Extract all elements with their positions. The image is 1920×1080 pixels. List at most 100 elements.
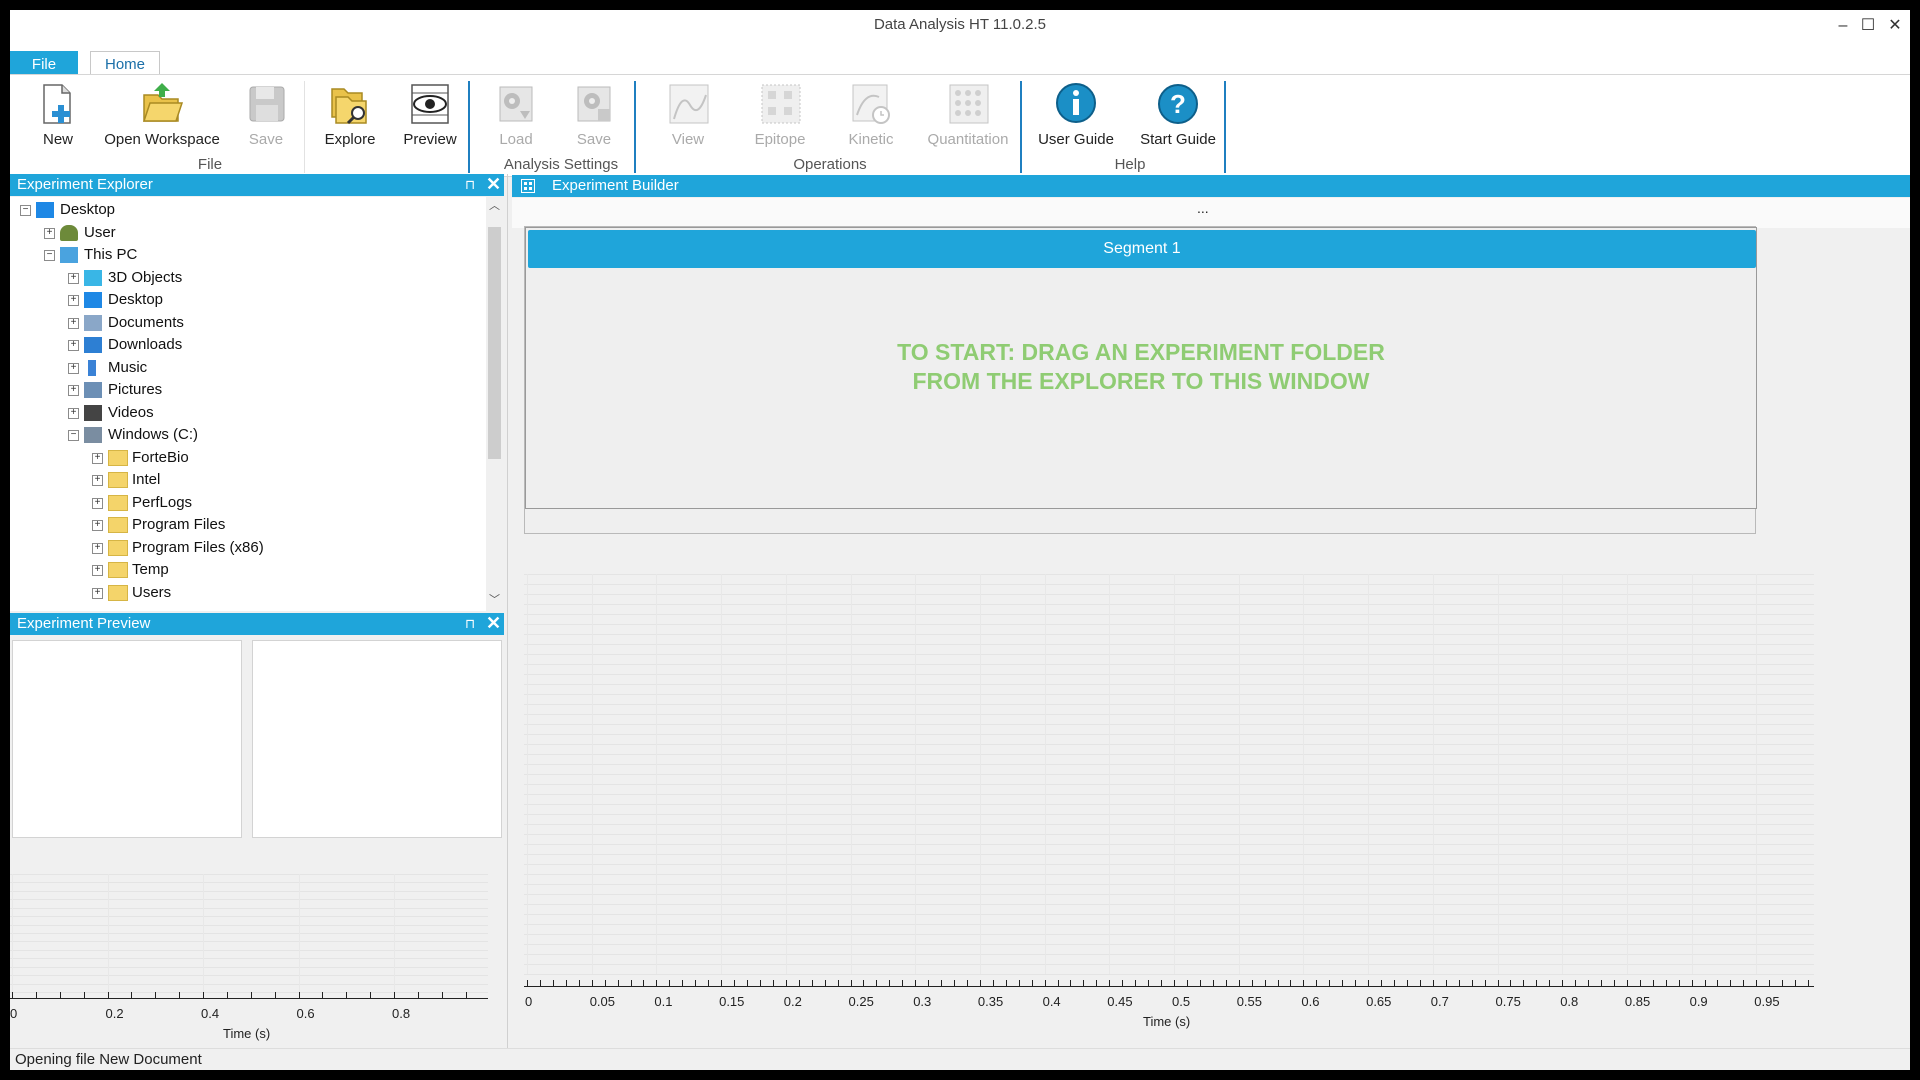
- segment-drop-zone[interactable]: Segment 1 TO START: DRAG AN EXPERIMENT F…: [525, 227, 1757, 509]
- x-axis-tick: [1808, 980, 1810, 987]
- preview-button[interactable]: Preview: [400, 81, 460, 148]
- tree-item[interactable]: +3D Objects: [10, 267, 486, 289]
- tree-item[interactable]: + PerfLogs: [10, 492, 486, 514]
- tree-item[interactable]: − Desktop: [10, 199, 486, 221]
- close-explorer-icon[interactable]: ✕: [486, 173, 501, 195]
- tree-item[interactable]: + Music: [10, 357, 486, 379]
- tree-item[interactable]: + Downloads: [10, 334, 486, 356]
- collapse-icon[interactable]: −: [44, 250, 55, 261]
- expand-icon[interactable]: +: [92, 542, 103, 554]
- maximize-button[interactable]: ☐: [1855, 14, 1881, 38]
- x-axis-tick: [1575, 980, 1577, 987]
- x-axis-tick: [1083, 980, 1085, 987]
- floppy-disk-icon: [249, 86, 285, 122]
- epitope-button[interactable]: Epitope: [744, 81, 816, 148]
- scroll-up-icon[interactable]: ︿: [488, 199, 501, 213]
- expand-icon[interactable]: +: [68, 385, 79, 396]
- close-button[interactable]: ✕: [1882, 14, 1908, 38]
- x-axis-tick: [1588, 980, 1590, 987]
- expand-icon[interactable]: +: [68, 272, 79, 284]
- user-guide-button[interactable]: User Guide: [1034, 81, 1118, 148]
- tree-item[interactable]: + ForteBio: [10, 447, 486, 469]
- preview-label: Preview: [403, 131, 457, 148]
- x-axis-tick: [695, 980, 697, 987]
- collapse-icon[interactable]: −: [20, 205, 31, 216]
- expand-icon[interactable]: +: [92, 565, 103, 576]
- tree-item[interactable]: + User: [10, 222, 486, 244]
- segment-header[interactable]: Segment 1: [528, 230, 1756, 268]
- expand-icon[interactable]: +: [92, 587, 103, 599]
- tree-item-label: PerfLogs: [132, 493, 193, 511]
- explore-button[interactable]: Explore: [320, 81, 380, 148]
- expand-icon[interactable]: +: [68, 407, 79, 419]
- view-button[interactable]: View: [658, 81, 718, 148]
- open-workspace-button[interactable]: Open Workspace: [102, 81, 222, 148]
- x-axis-tick: [1678, 980, 1680, 987]
- user-guide-label: User Guide: [1038, 131, 1114, 148]
- analysis-settings-group-label: Analysis Settings: [503, 156, 619, 173]
- save-file-button[interactable]: Save: [238, 81, 294, 148]
- tree-item[interactable]: − This PC: [10, 244, 486, 266]
- expand-icon[interactable]: +: [68, 317, 79, 329]
- pin-icon[interactable]: ⊓: [465, 613, 475, 635]
- quantitation-button[interactable]: Quantitation: [922, 81, 1014, 148]
- collapse-icon[interactable]: −: [68, 430, 79, 441]
- pane-divider[interactable]: [507, 174, 508, 1048]
- expand-icon[interactable]: +: [68, 295, 79, 306]
- scroll-down-icon[interactable]: ﹀: [488, 593, 501, 607]
- drop-instructions-line2: FROM THE EXPLORER TO THIS WINDOW: [912, 368, 1370, 394]
- tree-item[interactable]: + Desktop: [10, 289, 486, 311]
- grid-line: [10, 924, 488, 926]
- tree-item[interactable]: + Pictures: [10, 379, 486, 401]
- tree-item[interactable]: + Documents: [10, 312, 486, 334]
- tree-item-label: Videos: [108, 403, 154, 421]
- start-guide-button[interactable]: ? Start Guide: [1136, 81, 1220, 148]
- expand-icon[interactable]: +: [92, 520, 103, 531]
- expand-icon[interactable]: +: [92, 475, 103, 486]
- expand-icon[interactable]: +: [44, 227, 55, 239]
- x-axis-tick: [226, 992, 228, 999]
- grid-line: [1174, 574, 1175, 974]
- pin-icon[interactable]: ⊓: [465, 174, 475, 196]
- grid-line: [12, 874, 13, 992]
- x-axis: [10, 998, 488, 999]
- load-gear-icon: [499, 86, 533, 122]
- x-axis-tick: [1536, 980, 1538, 987]
- more-options-button[interactable]: ...: [1197, 200, 1209, 216]
- tree-item[interactable]: + Program Files: [10, 514, 486, 536]
- save-settings-button[interactable]: Save: [564, 81, 624, 148]
- experiment-explorer-title: Experiment Explorer: [17, 176, 153, 193]
- explorer-scrollbar[interactable]: ︿ ﹀: [486, 197, 502, 611]
- close-preview-icon[interactable]: ✕: [486, 612, 501, 634]
- tree-item[interactable]: + Intel: [10, 469, 486, 491]
- x-axis-tick: [565, 980, 567, 987]
- scroll-thumb[interactable]: [488, 227, 501, 459]
- x-axis-tick: [1212, 980, 1214, 987]
- x-tick-label: 0.45: [1107, 994, 1133, 1009]
- tree-item[interactable]: + Program Files (x86): [10, 537, 486, 559]
- tree-item[interactable]: + Videos: [10, 402, 486, 424]
- x-axis-tick: [1174, 980, 1175, 987]
- expand-icon[interactable]: +: [92, 452, 103, 464]
- grid-line: [1044, 574, 1046, 974]
- minimize-button[interactable]: –: [1830, 14, 1856, 38]
- expand-icon[interactable]: +: [68, 362, 79, 374]
- x-axis-tick: [1355, 980, 1357, 987]
- expand-icon[interactable]: +: [68, 340, 79, 351]
- x-axis-tick: [1601, 980, 1603, 987]
- tree-item[interactable]: − Windows (C:): [10, 424, 486, 446]
- tree-item[interactable]: + Users: [10, 582, 486, 604]
- new-button[interactable]: New: [28, 81, 88, 148]
- load-settings-button[interactable]: Load: [486, 81, 546, 148]
- x-axis-tick: [746, 980, 748, 987]
- x-axis-tick: [1471, 980, 1473, 987]
- grid-line: [1432, 574, 1434, 974]
- grid-line: [10, 992, 488, 993]
- grid-line: [10, 874, 488, 875]
- x-axis-tick: [966, 980, 968, 987]
- tree-item[interactable]: + Temp: [10, 559, 486, 581]
- kinetic-button[interactable]: Kinetic: [836, 81, 906, 148]
- x-axis-tick: [1122, 980, 1124, 987]
- expand-icon[interactable]: +: [92, 497, 103, 509]
- x-axis-tick: [298, 992, 300, 999]
